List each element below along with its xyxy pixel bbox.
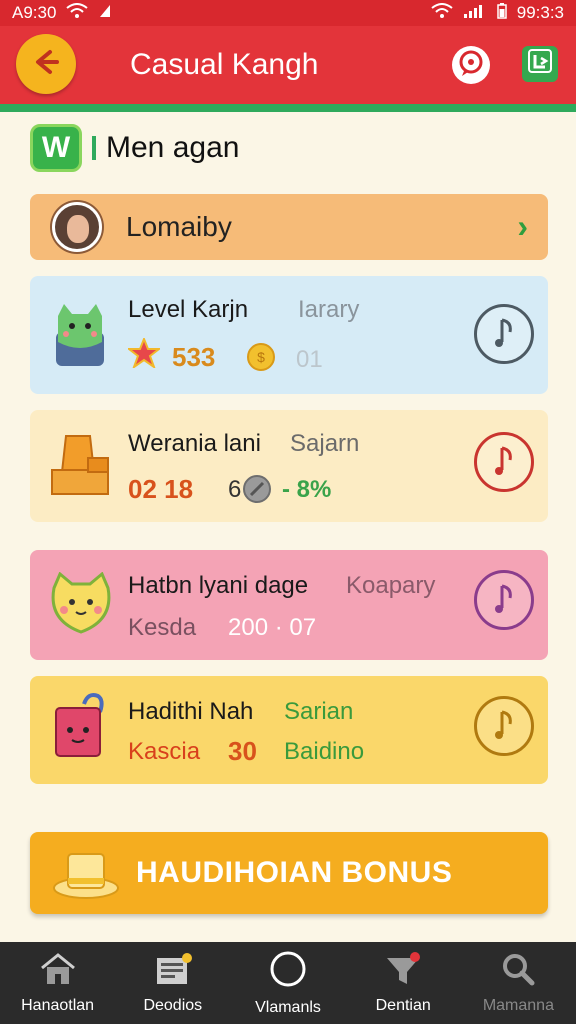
card-title: Hadithi Nah xyxy=(128,698,254,725)
status-bar: A9:30 99:3:3 xyxy=(0,0,576,26)
music-note-icon[interactable] xyxy=(474,570,534,630)
music-note-icon[interactable] xyxy=(474,696,534,756)
coin-icon xyxy=(242,474,272,509)
nav-search[interactable]: Mamanna xyxy=(461,942,576,1024)
card-value: Kascia xyxy=(128,738,201,765)
cat-face-icon xyxy=(48,571,112,636)
card-value: 02 18 xyxy=(128,474,194,504)
gift-bag-icon xyxy=(48,690,112,757)
app-bar-divider xyxy=(0,104,576,112)
app-title: Casual Kangh xyxy=(130,48,319,81)
card-level[interactable]: Level Karjn Iarary 533 $ 01 xyxy=(30,276,548,394)
card-hatbn[interactable]: Hatbn lyani dage Koapary Kesda 200 · 07 xyxy=(30,550,548,660)
card-hadithi[interactable]: Hadithi Nah Sarian Kascia 30 Baidino xyxy=(30,676,548,784)
card-secondary-value: 6 xyxy=(228,476,242,503)
card-subtitle: Sarian xyxy=(284,698,354,725)
back-button[interactable] xyxy=(16,34,76,94)
castle-icon xyxy=(48,432,112,496)
card-title: Level Karjn xyxy=(128,296,249,323)
status-time-left: A9:30 xyxy=(12,3,57,22)
section-header: W Men agan xyxy=(30,124,239,172)
nav-label: Mamanna xyxy=(482,996,554,1014)
section-accent-bar xyxy=(92,136,96,160)
nav-label: Deodios xyxy=(143,996,203,1014)
card-value: Kesda xyxy=(128,614,197,641)
badge-icon xyxy=(527,48,553,80)
news-icon xyxy=(153,952,193,991)
card-secondary-value: 200 · 07 xyxy=(228,614,317,641)
profile-name: Lomaiby xyxy=(126,211,232,242)
card-werania[interactable]: Werania lani Sajarn 02 18 6 - 8% xyxy=(30,410,548,522)
nav-label: Vlamanls xyxy=(255,998,321,1016)
cat-mascot-icon xyxy=(48,302,112,366)
section-title: Men agan xyxy=(106,131,240,164)
bottom-nav: Hanaotlan Deodios Vlamanls Dentian Maman… xyxy=(0,942,576,1024)
card-secondary-value: 30 xyxy=(228,736,257,766)
card-title: Werania lani xyxy=(128,430,261,457)
nav-center[interactable]: Vlamanls xyxy=(230,942,345,1024)
music-note-icon[interactable] xyxy=(474,432,534,492)
chat-button[interactable] xyxy=(452,46,490,84)
svg-text:$: $ xyxy=(257,349,265,365)
card-tertiary-value: Baidino xyxy=(284,738,365,765)
star-icon xyxy=(126,336,162,373)
signal-small-icon xyxy=(98,3,112,24)
funnel-icon xyxy=(383,951,423,991)
search-icon xyxy=(498,952,538,991)
bonus-button[interactable]: HAUDIHOIAN BONUS xyxy=(30,832,548,914)
chevron-right-icon: › xyxy=(517,208,528,244)
chat-bubble-icon xyxy=(457,49,485,82)
status-time-right: 99:3:3 xyxy=(516,3,564,22)
card-subtitle: Koapary xyxy=(346,572,436,599)
nav-filter[interactable]: Dentian xyxy=(346,942,461,1024)
nav-label: Dentian xyxy=(375,996,431,1014)
bonus-label: HAUDIHOIAN BONUS xyxy=(136,856,453,889)
circle-icon xyxy=(268,950,308,993)
arrow-left-icon xyxy=(30,46,62,83)
battery-icon xyxy=(496,2,507,24)
nav-home[interactable]: Hanaotlan xyxy=(0,942,115,1024)
home-icon xyxy=(38,952,78,991)
nav-label: Hanaotlan xyxy=(21,996,95,1014)
music-note-icon[interactable] xyxy=(474,304,534,364)
cell-signal-icon xyxy=(463,3,487,24)
profile-row[interactable]: Lomaiby › xyxy=(30,194,548,260)
card-value: 533 xyxy=(172,342,216,372)
card-subtitle: Iarary xyxy=(298,296,360,323)
card-subtitle: Sajarn xyxy=(290,430,360,457)
wifi-icon-right xyxy=(431,2,453,24)
card-title: Hatbn lyani dage xyxy=(128,572,309,599)
top-hat-icon xyxy=(50,844,122,902)
wifi-icon xyxy=(66,2,89,24)
section-logo: W xyxy=(30,124,82,172)
card-percent: - 8% xyxy=(282,476,332,503)
app-switch-button[interactable] xyxy=(522,46,558,82)
nav-news[interactable]: Deodios xyxy=(115,942,230,1024)
card-secondary-value: 01 xyxy=(296,346,323,373)
coin-icon: $ xyxy=(246,342,276,377)
app-bar: Casual Kangh xyxy=(0,26,576,106)
avatar xyxy=(52,202,102,252)
